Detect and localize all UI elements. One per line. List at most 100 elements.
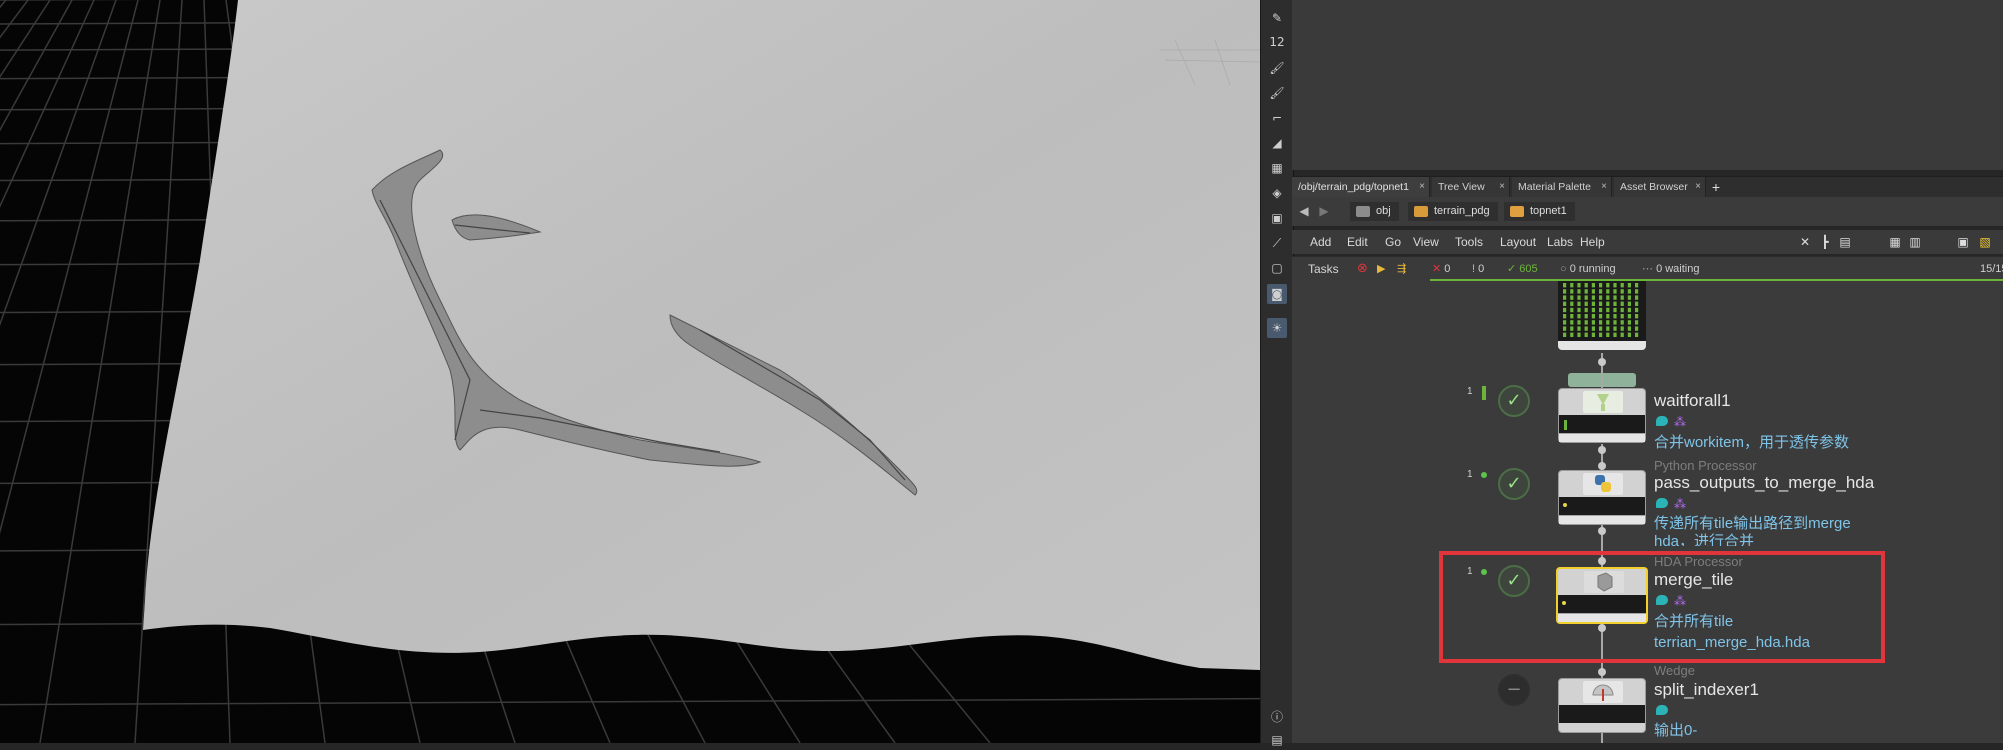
node-pass-outputs-name[interactable]: pass_outputs_to_merge_hda bbox=[1654, 473, 1874, 493]
tab-material-palette[interactable]: Material Palette × bbox=[1512, 177, 1612, 197]
menu-add[interactable]: Add bbox=[1310, 230, 1331, 254]
tab-asset-browser[interactable]: Asset Browser × bbox=[1614, 177, 1706, 197]
workitem-dot bbox=[1591, 314, 1595, 319]
grid-tool-icon[interactable]: ▦ bbox=[1267, 158, 1287, 178]
info-icon[interactable]: ⓘ bbox=[1267, 706, 1287, 726]
breadcrumb-terrain-pdg[interactable]: terrain_pdg bbox=[1408, 202, 1498, 221]
layers-icon[interactable]: ◈ bbox=[1267, 183, 1287, 203]
tab-close-icon[interactable]: × bbox=[1499, 177, 1505, 197]
failed-value: 0 bbox=[1444, 263, 1451, 275]
workitem-dot bbox=[1606, 295, 1610, 300]
comment-badge-icon[interactable] bbox=[1656, 705, 1668, 715]
output-port[interactable] bbox=[1598, 446, 1606, 454]
pen-icon[interactable]: ✎ bbox=[1267, 8, 1287, 28]
workitem-dot bbox=[1627, 289, 1631, 294]
network-editor[interactable] bbox=[1292, 281, 2003, 743]
menu-go[interactable]: Go bbox=[1385, 230, 1401, 254]
add-tab-button[interactable]: + bbox=[1708, 177, 1724, 197]
notes-icon[interactable]: ▧ bbox=[1978, 235, 1992, 249]
cook-icon[interactable]: ▶ bbox=[1377, 257, 1385, 281]
workitem-dot bbox=[1591, 301, 1595, 306]
node-pass-outputs-to-merge-hda[interactable] bbox=[1558, 470, 1646, 525]
workitem-dot bbox=[1599, 307, 1603, 313]
workitem-dot bbox=[1570, 314, 1574, 319]
workitem-dot bbox=[1564, 420, 1567, 430]
node-waitforall1-name[interactable]: waitforall1 bbox=[1654, 391, 1731, 411]
workitem-dot bbox=[1570, 283, 1574, 288]
sculpt-icon[interactable]: ◢ bbox=[1267, 133, 1287, 153]
tab-close-icon[interactable]: × bbox=[1601, 177, 1607, 197]
table-view-icon[interactable]: ▥ bbox=[1908, 235, 1922, 249]
node-split-indexer-name[interactable]: split_indexer1 bbox=[1654, 680, 1759, 700]
grid-view-icon[interactable]: ▦ bbox=[1888, 235, 1902, 249]
node-badges: ⁂ bbox=[1656, 416, 1686, 428]
partition-node[interactable] bbox=[1558, 281, 1646, 353]
node-split-indexer-type: Wedge bbox=[1654, 663, 1695, 678]
workitem-dot bbox=[1584, 301, 1588, 306]
menu-edit[interactable]: Edit bbox=[1347, 230, 1368, 254]
node-waitforall1[interactable] bbox=[1558, 388, 1646, 443]
node-waitforall1-comment: 合并workitem，用于透传参数 bbox=[1654, 434, 1850, 451]
back-arrow-icon[interactable]: ◀ bbox=[1296, 203, 1312, 219]
cook-output-icon[interactable]: ⇶ bbox=[1397, 257, 1406, 281]
menu-layout[interactable]: Layout bbox=[1500, 230, 1536, 254]
tab-network[interactable]: /obj/terrain_pdg/topnet1 × bbox=[1292, 177, 1430, 197]
breadcrumb-topnet1[interactable]: topnet1 bbox=[1504, 202, 1575, 221]
workitem-dot bbox=[1563, 332, 1567, 337]
display-options-icon[interactable]: ▤ bbox=[1267, 730, 1287, 750]
square-tool-icon[interactable]: ▢ bbox=[1267, 258, 1287, 278]
3d-viewport[interactable] bbox=[0, 0, 1260, 743]
workitem-dot bbox=[1577, 295, 1581, 300]
forward-arrow-icon[interactable]: ▶ bbox=[1316, 203, 1332, 219]
input-port[interactable] bbox=[1598, 462, 1606, 470]
dependency-badge-icon[interactable]: ⁂ bbox=[1674, 498, 1686, 510]
tree-icon[interactable]: ┣ bbox=[1818, 235, 1832, 249]
tab-close-icon[interactable]: × bbox=[1419, 177, 1425, 197]
tab-close-icon[interactable]: × bbox=[1695, 177, 1701, 197]
workitem-dot bbox=[1563, 283, 1567, 288]
workitem-dot bbox=[1635, 301, 1639, 306]
tab-tree-view-label: Tree View bbox=[1438, 181, 1485, 193]
task-progress: 15/15 bbox=[1980, 263, 2003, 275]
cancel-cook-icon[interactable]: ⊗ bbox=[1357, 257, 1368, 281]
workitem-dot bbox=[1620, 326, 1624, 331]
vector-tool-icon[interactable]: ⟋ bbox=[1267, 233, 1287, 253]
input-port[interactable] bbox=[1598, 668, 1606, 676]
workitem-dot bbox=[1577, 332, 1581, 337]
node-badges bbox=[1656, 705, 1668, 715]
light-tool-icon[interactable]: ☀ bbox=[1267, 318, 1287, 338]
geo-node-icon bbox=[1414, 206, 1428, 217]
panel-icon[interactable]: ▣ bbox=[1956, 235, 1970, 249]
workitem-dot bbox=[1563, 307, 1567, 313]
python-icon bbox=[1583, 473, 1623, 495]
workitem-dot bbox=[1577, 283, 1581, 288]
mesh-icon[interactable]: ▣ bbox=[1267, 208, 1287, 228]
menu-tools[interactable]: Tools bbox=[1455, 230, 1483, 254]
workitem-dot bbox=[1627, 326, 1631, 331]
output-port[interactable] bbox=[1598, 527, 1606, 535]
breadcrumb-obj[interactable]: obj bbox=[1350, 202, 1399, 221]
tab-tree-view[interactable]: Tree View × bbox=[1432, 177, 1510, 197]
corner-tool-icon[interactable]: ⌐ bbox=[1267, 108, 1287, 128]
menu-view[interactable]: View bbox=[1413, 230, 1439, 254]
number-tool-icon[interactable]: 12 bbox=[1267, 32, 1287, 52]
node-split-indexer1[interactable] bbox=[1558, 678, 1646, 733]
wrench-icon[interactable]: ✕ bbox=[1798, 235, 1812, 249]
running-value: 0 running bbox=[1569, 263, 1616, 275]
waiting-value: 0 waiting bbox=[1656, 263, 1700, 275]
camera-tool-icon[interactable]: ◙ bbox=[1267, 284, 1287, 304]
workitem-dot bbox=[1563, 295, 1567, 300]
output-port[interactable] bbox=[1598, 358, 1606, 366]
wedge-icon bbox=[1583, 681, 1623, 703]
comment-badge-icon[interactable] bbox=[1656, 498, 1668, 508]
dependency-badge-icon[interactable]: ⁂ bbox=[1674, 416, 1686, 428]
workitem-dot bbox=[1613, 301, 1617, 306]
menu-help[interactable]: Help bbox=[1580, 230, 1605, 254]
workitem-dot bbox=[1570, 289, 1574, 294]
brush-number-icon[interactable]: 🖌 bbox=[1267, 83, 1287, 103]
comment-badge-icon[interactable] bbox=[1656, 416, 1668, 426]
workitem-dot bbox=[1613, 307, 1617, 313]
brush-icon[interactable]: 🖌 bbox=[1267, 58, 1287, 78]
menu-labs[interactable]: Labs bbox=[1547, 230, 1573, 254]
list-icon[interactable]: ▤ bbox=[1838, 235, 1852, 249]
